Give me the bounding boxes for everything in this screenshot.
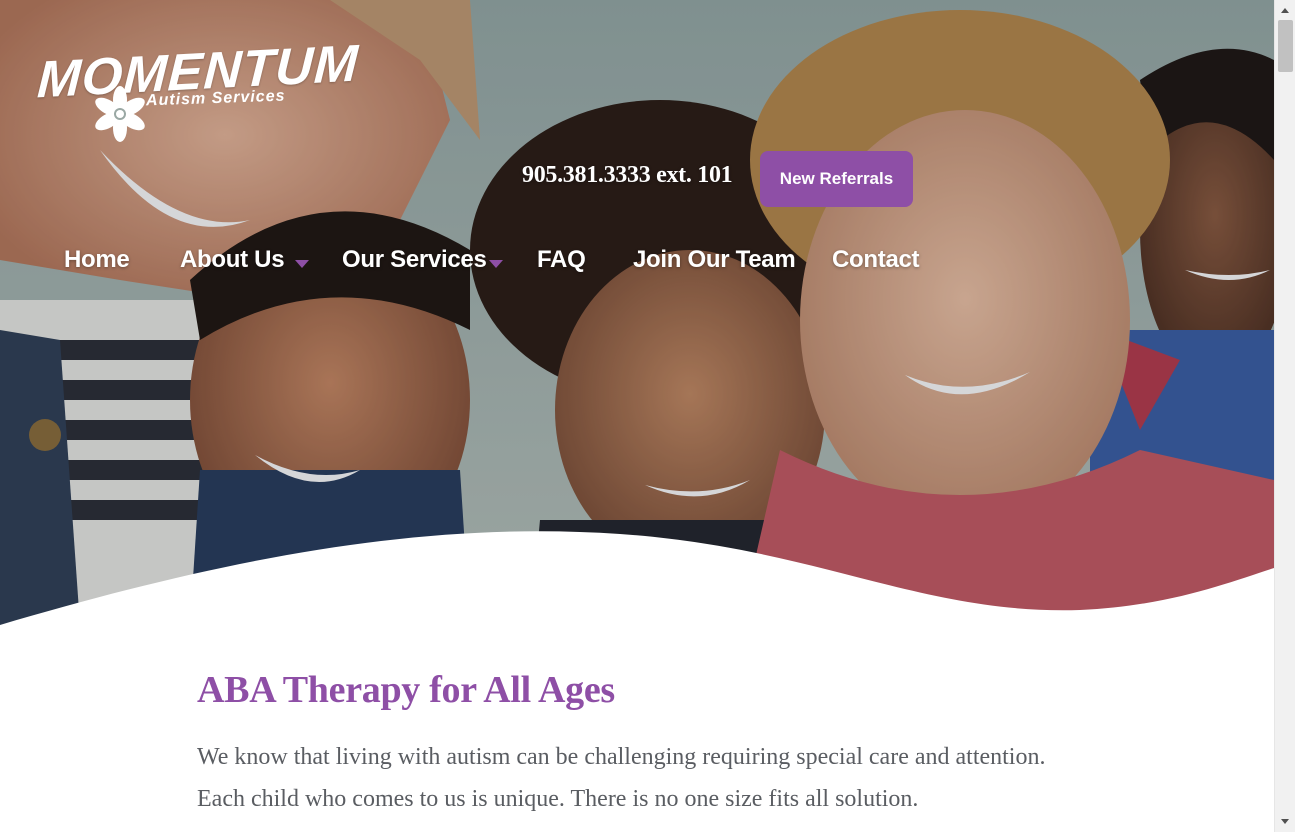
nav-about-us[interactable]: About Us	[180, 246, 285, 274]
scroll-down-arrow-icon[interactable]	[1281, 819, 1289, 824]
new-referrals-button[interactable]: New Referrals	[760, 151, 913, 207]
nav-contact[interactable]: Contact	[832, 246, 920, 274]
hero-section: MOMENTUM Autism Services 905.381.3333 ex…	[0, 0, 1274, 625]
nav-home[interactable]: Home	[64, 246, 130, 274]
nav-join-our-team[interactable]: Join Our Team	[633, 246, 796, 274]
nav-faq[interactable]: FAQ	[537, 246, 586, 274]
intro-paragraph: We know that living with autism can be c…	[197, 744, 1046, 812]
flower-icon	[95, 86, 145, 142]
hero-wave-divider	[0, 531, 1274, 625]
phone-number-link[interactable]: 905.381.3333 ext. 101	[522, 162, 733, 189]
page: MOMENTUM Autism Services 905.381.3333 ex…	[0, 0, 1274, 832]
page-heading: ABA Therapy for All Ages	[197, 669, 615, 711]
main-content: ABA Therapy for All Ages We know that li…	[197, 668, 1077, 820]
brand-logo[interactable]: MOMENTUM Autism Services	[36, 35, 360, 146]
brand-tagline: Autism Services	[145, 87, 286, 110]
scroll-up-arrow-icon[interactable]	[1281, 8, 1289, 13]
about-us-dropdown-icon[interactable]	[295, 260, 309, 268]
our-services-dropdown-icon[interactable]	[489, 260, 503, 268]
nav-our-services[interactable]: Our Services	[342, 246, 487, 274]
vertical-scrollbar[interactable]	[1274, 0, 1295, 832]
scroll-thumb[interactable]	[1278, 20, 1293, 72]
